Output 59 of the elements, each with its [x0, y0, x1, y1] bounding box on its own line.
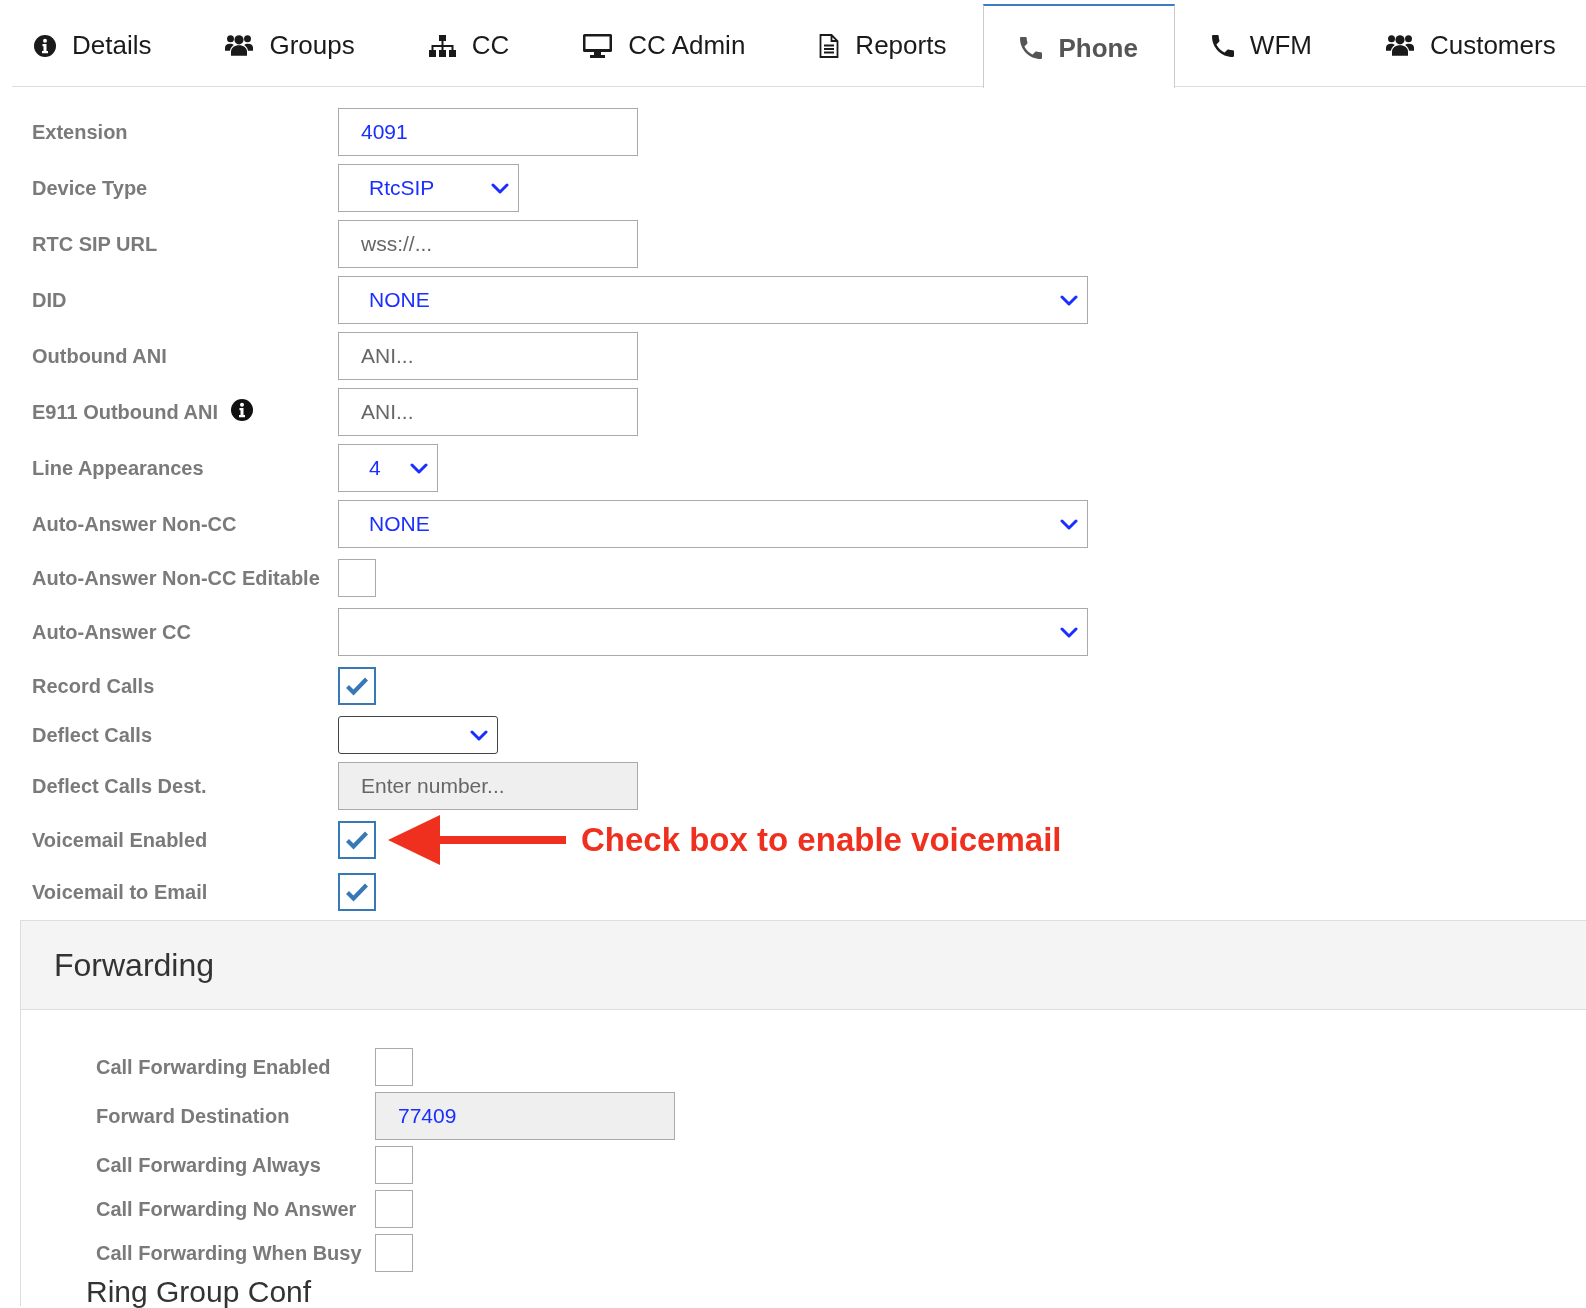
field-label: Deflect Calls Dest.	[32, 774, 207, 798]
field-label: Device Type	[32, 176, 148, 200]
field-label: Call Forwarding Always	[96, 1153, 321, 1177]
field-label: E911 Outbound ANI	[32, 400, 218, 424]
checkbox[interactable]	[338, 559, 376, 597]
field-label: Auto-Answer Non-CC	[32, 512, 237, 536]
info-icon[interactable]	[230, 399, 253, 421]
checkbox[interactable]	[375, 1190, 413, 1228]
checkbox[interactable]	[375, 1048, 413, 1086]
field-label: Deflect Calls	[32, 723, 153, 747]
document-icon	[819, 33, 840, 58]
chevron-down-icon	[491, 182, 509, 194]
sitemap-icon	[428, 34, 456, 57]
field-label: Voicemail to Email	[32, 880, 208, 904]
annotation-text: Check box to enable voicemail	[581, 821, 1062, 859]
dropdown[interactable]: RtcSIP	[338, 164, 519, 212]
field-label: Voicemail Enabled	[32, 828, 208, 852]
chevron-down-icon	[1060, 626, 1078, 638]
section-title: Ring Group Conf	[86, 1278, 312, 1306]
dropdown[interactable]	[338, 716, 498, 754]
info-icon	[34, 34, 56, 57]
dropdown[interactable]: 4	[338, 444, 438, 492]
text-field[interactable]: wss://...	[338, 220, 638, 268]
checkbox[interactable]	[375, 1234, 413, 1272]
chevron-down-icon	[1060, 294, 1078, 306]
chevron-down-icon	[410, 462, 428, 474]
field-label: Auto-Answer CC	[32, 620, 191, 644]
users-icon	[1385, 35, 1414, 56]
field-label: Line Appearances	[32, 456, 204, 480]
field-label: DID	[32, 288, 67, 312]
checkbox[interactable]	[338, 873, 376, 911]
field-label: Extension	[32, 120, 128, 144]
phone-icon	[1211, 34, 1234, 57]
users-icon	[225, 35, 254, 56]
field-label: Call Forwarding When Busy	[96, 1241, 362, 1265]
check-icon	[345, 830, 369, 850]
text-field[interactable]: ANI...	[338, 332, 638, 380]
panel-title: Forwarding	[54, 946, 215, 984]
checkbox[interactable]	[375, 1146, 413, 1184]
check-icon	[345, 882, 369, 902]
monitor-icon	[583, 33, 613, 58]
phone-icon	[1020, 37, 1043, 59]
dropdown[interactable]: NONE	[338, 500, 1088, 548]
field-label: Record Calls	[32, 674, 155, 698]
field-label: Auto-Answer Non-CC Editable	[32, 566, 320, 590]
chevron-down-icon	[470, 729, 488, 741]
text-field[interactable]: ANI...	[338, 388, 638, 436]
checkbox[interactable]	[338, 667, 376, 705]
nav-tab[interactable]: Phone	[983, 4, 1175, 88]
dropdown[interactable]: NONE	[338, 276, 1088, 324]
text-field[interactable]: 4091	[338, 108, 638, 156]
field-label: Forward Destination	[96, 1104, 290, 1128]
chevron-down-icon	[1060, 518, 1078, 530]
field-label: RTC SIP URL	[32, 232, 158, 256]
checkbox[interactable]	[338, 821, 376, 859]
field-label: Call Forwarding No Answer	[96, 1197, 357, 1221]
field-label: Call Forwarding Enabled	[96, 1055, 331, 1079]
check-icon	[345, 676, 369, 696]
field-label: Outbound ANI	[32, 344, 167, 368]
